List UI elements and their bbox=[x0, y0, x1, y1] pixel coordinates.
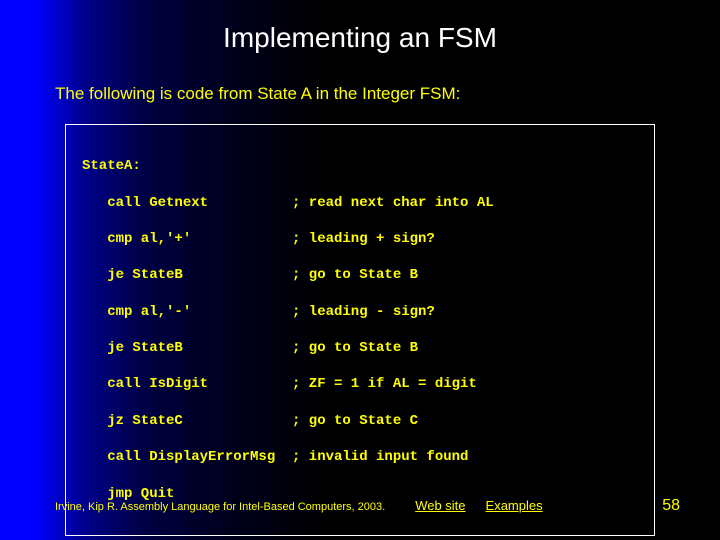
code-right: ; invalid input found bbox=[292, 448, 468, 466]
code-row: je StateB; go to State B bbox=[82, 266, 638, 284]
code-left: je StateB bbox=[82, 266, 292, 284]
code-left: cmp al,'+' bbox=[82, 230, 292, 248]
code-right: ; ZF = 1 if AL = digit bbox=[292, 375, 477, 393]
code-row: call DisplayErrorMsg; invalid input foun… bbox=[82, 448, 638, 466]
code-row: cmp al,'+'; leading + sign? bbox=[82, 230, 638, 248]
code-left: call Getnext bbox=[82, 194, 292, 212]
code-left: jz StateC bbox=[82, 412, 292, 430]
code-left: StateA: bbox=[82, 157, 292, 175]
code-right: ; read next char into AL bbox=[292, 194, 494, 212]
examples-link[interactable]: Examples bbox=[486, 498, 543, 513]
code-row: je StateB; go to State B bbox=[82, 339, 638, 357]
page-number: 58 bbox=[662, 497, 680, 515]
code-left: call DisplayErrorMsg bbox=[82, 448, 292, 466]
code-left: call IsDigit bbox=[82, 375, 292, 393]
code-row: jz StateC; go to State C bbox=[82, 412, 638, 430]
code-box: StateA: call Getnext; read next char int… bbox=[65, 124, 655, 536]
code-row: call Getnext; read next char into AL bbox=[82, 194, 638, 212]
code-right: ; go to State C bbox=[292, 412, 418, 430]
code-row: call IsDigit; ZF = 1 if AL = digit bbox=[82, 375, 638, 393]
view-line: View the Finite.asm source code. bbox=[0, 536, 720, 540]
footer: Irvine, Kip R. Assembly Language for Int… bbox=[55, 497, 680, 515]
code-right: ; leading + sign? bbox=[292, 230, 435, 248]
code-right: ; go to State B bbox=[292, 266, 418, 284]
intro-text: The following is code from State A in th… bbox=[0, 84, 720, 124]
code-left: je StateB bbox=[82, 339, 292, 357]
code-right: ; go to State B bbox=[292, 339, 418, 357]
code-right: ; leading - sign? bbox=[292, 303, 435, 321]
code-row: StateA: bbox=[82, 157, 638, 175]
web-site-link[interactable]: Web site bbox=[415, 498, 465, 513]
code-left: cmp al,'-' bbox=[82, 303, 292, 321]
footer-credit: Irvine, Kip R. Assembly Language for Int… bbox=[55, 501, 385, 513]
slide-title: Implementing an FSM bbox=[0, 0, 720, 84]
code-row: cmp al,'-'; leading - sign? bbox=[82, 303, 638, 321]
